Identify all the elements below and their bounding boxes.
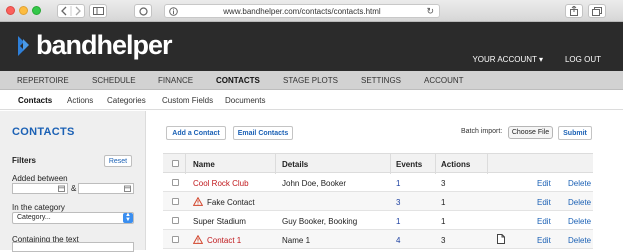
- row-checkbox[interactable]: [172, 179, 179, 186]
- actions-count: 1: [441, 217, 446, 226]
- logout-link[interactable]: LOG OUT: [565, 55, 601, 64]
- share-icon: [570, 6, 578, 16]
- zoom-window-button[interactable]: [32, 6, 41, 15]
- share-button[interactable]: [565, 4, 583, 18]
- app-header: bandhelper YOUR ACCOUNT ▾ LOG OUT: [0, 22, 623, 71]
- nav-settings[interactable]: SETTINGS: [361, 76, 401, 85]
- tabs-button[interactable]: [588, 4, 606, 18]
- category-value: Category...: [17, 214, 51, 221]
- nav-account[interactable]: ACCOUNT: [424, 76, 464, 85]
- calendar-icon[interactable]: [58, 185, 65, 192]
- table-row[interactable]: Contact 1 Name 1 4 3 Edit Delete: [163, 230, 593, 249]
- sidebar-icon: [92, 7, 104, 15]
- row-checkbox[interactable]: [172, 217, 179, 224]
- nav-contacts[interactable]: CONTACTS: [216, 76, 260, 85]
- edit-link[interactable]: Edit: [537, 236, 551, 245]
- column-events[interactable]: Events: [396, 160, 422, 169]
- actions-count: 3: [441, 179, 446, 188]
- contact-name[interactable]: Cool Rock Club: [193, 179, 249, 188]
- actions-count: 1: [441, 198, 446, 207]
- reload-icon[interactable]: ↻: [426, 6, 434, 17]
- delete-link[interactable]: Delete: [568, 236, 591, 245]
- delete-link[interactable]: Delete: [568, 179, 591, 188]
- added-between-label: Added between: [12, 174, 68, 183]
- column-details[interactable]: Details: [282, 160, 308, 169]
- document-icon[interactable]: [497, 234, 505, 244]
- filter-sidebar: CONTACTS Filters Reset Added between & I…: [0, 111, 146, 250]
- reset-button[interactable]: Reset: [104, 155, 132, 167]
- sidebar-title: CONTACTS: [12, 126, 75, 138]
- main-nav: REPERTOIRE SCHEDULE FINANCE CONTACTS STA…: [0, 71, 623, 90]
- close-window-button[interactable]: [6, 6, 15, 15]
- batch-import-label: Batch import:: [461, 128, 503, 135]
- minimize-window-button[interactable]: [19, 6, 28, 15]
- category-select[interactable]: Category... ▲ ▼: [12, 212, 134, 224]
- tab-custom-fields[interactable]: Custom Fields: [162, 96, 213, 105]
- tab-documents[interactable]: Documents: [225, 96, 265, 105]
- table-row[interactable]: Fake Contact 3 1 Edit Delete: [163, 192, 593, 211]
- edit-link[interactable]: Edit: [537, 179, 551, 188]
- select-all-checkbox[interactable]: [172, 160, 179, 167]
- chevron-updown-icon: ▲ ▼: [123, 212, 133, 223]
- your-account-menu[interactable]: YOUR ACCOUNT ▾: [472, 55, 543, 64]
- date-to-field[interactable]: [78, 183, 134, 194]
- url-text: www.bandhelper.com/contacts/contacts.htm…: [223, 6, 381, 16]
- address-bar[interactable]: www.bandhelper.com/contacts/contacts.htm…: [164, 4, 440, 18]
- events-count[interactable]: 3: [396, 198, 400, 207]
- contact-details: Name 1: [282, 236, 311, 245]
- table-row[interactable]: Cool Rock Club John Doe, Booker 1 3 Edit…: [163, 173, 593, 192]
- back-forward-buttons[interactable]: [57, 4, 85, 18]
- date-from-field[interactable]: [12, 183, 68, 194]
- submit-button[interactable]: Submit: [558, 126, 592, 140]
- tabs-icon: [592, 6, 602, 16]
- browser-toolbar: www.bandhelper.com/contacts/contacts.htm…: [0, 0, 623, 22]
- add-contact-button[interactable]: Add a Contact: [166, 126, 226, 140]
- events-count[interactable]: 4: [396, 236, 400, 245]
- table-row[interactable]: Super Stadium Guy Booker, Booking 1 1 Ed…: [163, 211, 593, 230]
- column-actions[interactable]: Actions: [441, 160, 470, 169]
- events-count[interactable]: 1: [396, 179, 400, 188]
- contact-name[interactable]: Contact 1: [207, 236, 241, 245]
- text-filter-input[interactable]: [12, 242, 134, 252]
- calendar-icon[interactable]: [124, 185, 131, 192]
- warning-icon: [193, 235, 203, 244]
- extension-button[interactable]: [134, 4, 152, 18]
- tab-contacts[interactable]: Contacts: [18, 96, 52, 105]
- contact-name[interactable]: Super Stadium: [193, 217, 246, 226]
- email-contacts-button[interactable]: Email Contacts: [233, 126, 293, 140]
- column-name[interactable]: Name: [193, 160, 215, 169]
- sub-nav: Contacts Actions Categories Custom Field…: [0, 90, 623, 110]
- edit-link[interactable]: Edit: [537, 217, 551, 226]
- row-checkbox[interactable]: [172, 198, 179, 205]
- nav-repertoire[interactable]: REPERTOIRE: [17, 76, 69, 85]
- info-icon: [169, 7, 178, 16]
- nav-finance[interactable]: FINANCE: [158, 76, 193, 85]
- contact-name[interactable]: Fake Contact: [207, 198, 255, 207]
- delete-link[interactable]: Delete: [568, 198, 591, 207]
- and-label: &: [71, 184, 77, 193]
- shield-icon: [138, 6, 148, 16]
- contact-details: Guy Booker, Booking: [282, 217, 358, 226]
- logo-arrows-icon: [18, 36, 29, 56]
- sidebar-toggle-button[interactable]: [89, 4, 107, 18]
- nav-stage-plots[interactable]: STAGE PLOTS: [283, 76, 338, 85]
- delete-link[interactable]: Delete: [568, 217, 591, 226]
- category-label: In the category: [12, 203, 65, 212]
- nav-schedule[interactable]: SCHEDULE: [92, 76, 136, 85]
- logo-text: bandhelper: [36, 30, 173, 60]
- row-checkbox[interactable]: [172, 236, 179, 243]
- edit-link[interactable]: Edit: [537, 198, 551, 207]
- table-header: Name Details Events Actions: [163, 153, 593, 174]
- choose-file-button[interactable]: Choose File: [508, 126, 553, 139]
- warning-icon: [193, 197, 203, 206]
- filters-heading: Filters: [12, 156, 37, 165]
- events-count[interactable]: 1: [396, 217, 400, 226]
- actions-count: 3: [441, 236, 446, 245]
- bandhelper-logo[interactable]: bandhelper: [18, 30, 173, 60]
- tab-categories[interactable]: Categories: [107, 96, 146, 105]
- back-forward-icon: [61, 6, 81, 16]
- tab-actions[interactable]: Actions: [67, 96, 93, 105]
- contact-details: John Doe, Booker: [282, 179, 347, 188]
